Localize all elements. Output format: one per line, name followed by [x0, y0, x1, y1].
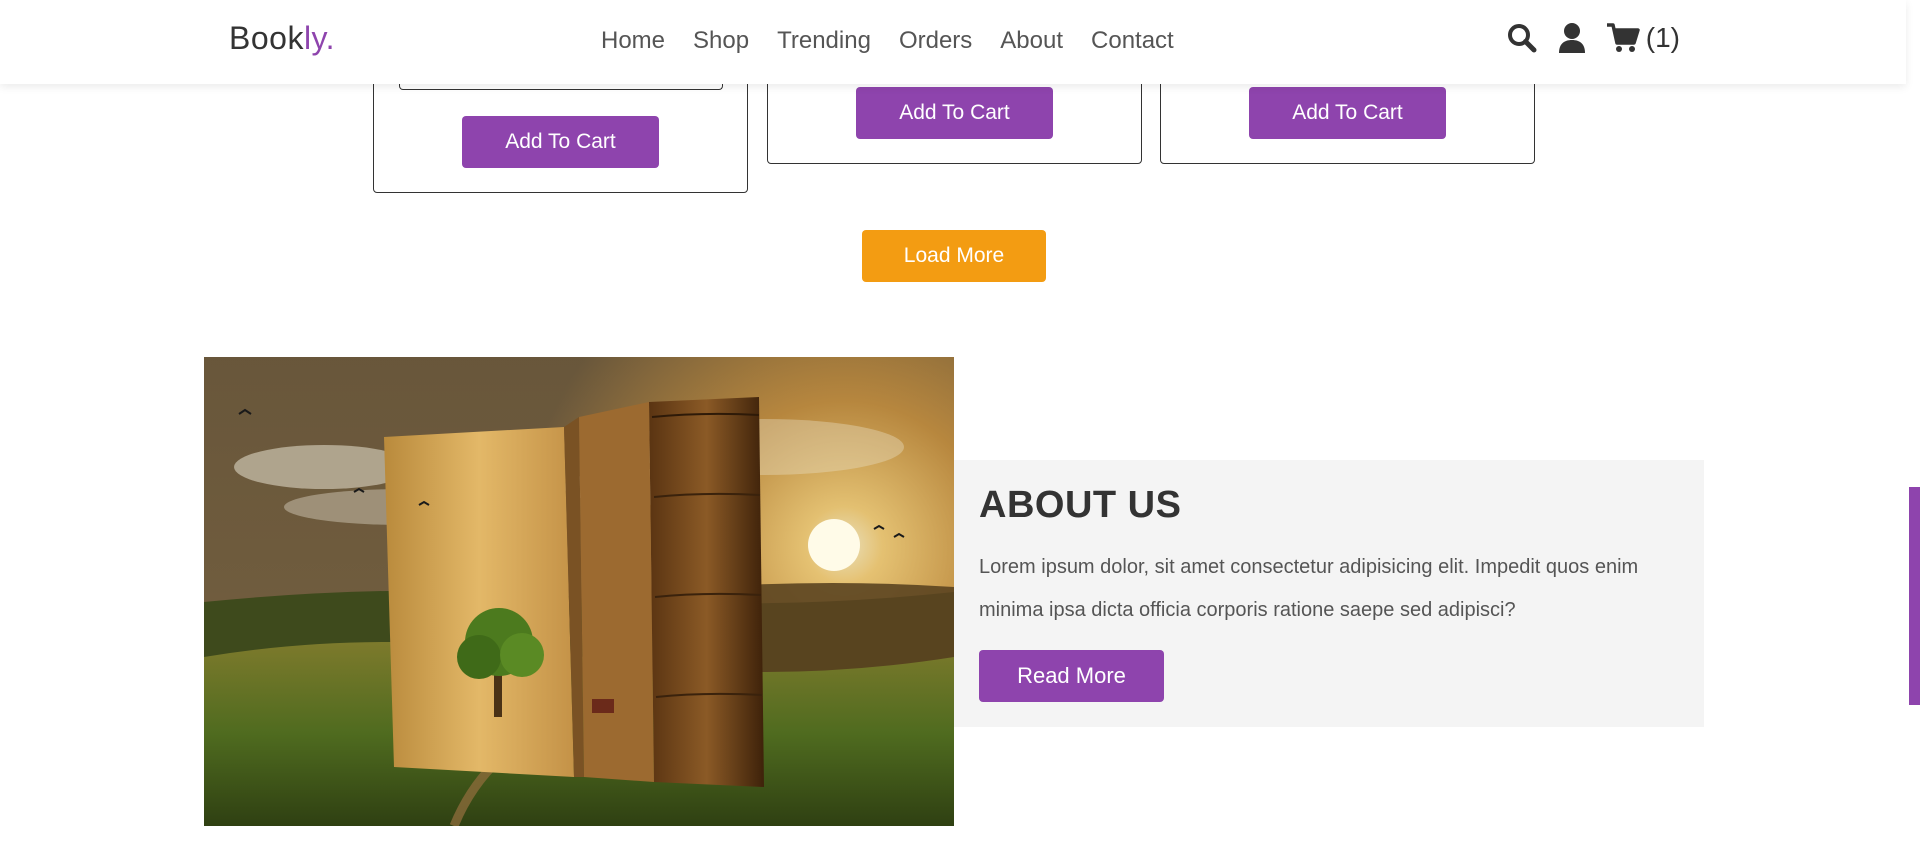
side-scroll-indicator[interactable] — [1909, 487, 1920, 705]
nav-shop[interactable]: Shop — [693, 26, 749, 56]
site-header: Bookly. Home Shop Trending Orders About … — [0, 0, 1906, 84]
nav-trending[interactable]: Trending — [777, 26, 871, 56]
about-title: ABOUT US — [979, 484, 1182, 526]
cart-icon[interactable] — [1606, 22, 1640, 54]
add-to-cart-button[interactable]: Add To Cart — [462, 116, 659, 168]
nav-home[interactable]: Home — [601, 26, 665, 56]
about-image — [204, 357, 954, 826]
search-icon[interactable] — [1506, 22, 1538, 54]
about-panel: ABOUT US Lorem ipsum dolor, sit amet con… — [954, 460, 1704, 727]
cart-count: (1) — [1645, 22, 1680, 53]
load-more-button[interactable]: Load More — [862, 230, 1046, 282]
nav-contact[interactable]: Contact — [1091, 26, 1174, 56]
user-icon[interactable] — [1558, 22, 1586, 54]
nav-orders[interactable]: Orders — [899, 26, 972, 56]
logo-accent: ly. — [303, 20, 336, 56]
logo-main: Book — [229, 20, 304, 56]
add-to-cart-button[interactable]: Add To Cart — [856, 87, 1053, 139]
about-text: Lorem ipsum dolor, sit amet consectetur … — [979, 556, 1639, 621]
header-icons: (1) — [1486, 20, 1680, 56]
main-nav: Home Shop Trending Orders About Contact — [601, 26, 1202, 56]
add-to-cart-button[interactable]: Add To Cart — [1249, 87, 1446, 139]
nav-about[interactable]: About — [1000, 26, 1063, 56]
logo[interactable]: Bookly. — [229, 20, 335, 57]
read-more-button[interactable]: Read More — [979, 650, 1164, 702]
